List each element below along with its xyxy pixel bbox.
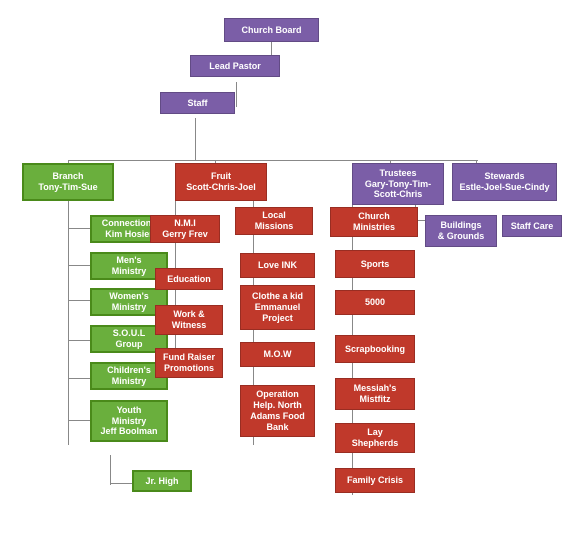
church-ministries-label: Church Ministries: [353, 211, 395, 233]
staff-label: Staff: [188, 98, 208, 109]
fruit-node: Fruit Scott-Chris-Joel: [175, 163, 267, 201]
lay-shepherds-node: Lay Shepherds: [335, 423, 415, 453]
education-node: Education: [155, 268, 223, 290]
scrapbooking-label: Scrapbooking: [345, 344, 405, 355]
line-lp-staff: [236, 82, 237, 107]
womens-ministry-label: Women's Ministry: [109, 291, 148, 313]
line-womens: [68, 300, 90, 301]
branch-node: Branch Tony-Tim-Sue: [22, 163, 114, 201]
mens-ministry-label: Men's Ministry: [112, 255, 147, 277]
sports-node: Sports: [335, 250, 415, 278]
buildings-node: Buildings & Grounds: [425, 215, 497, 247]
staff-care-label: Staff Care: [511, 221, 554, 232]
church-board-label: Church Board: [241, 25, 301, 36]
sports-label: Sports: [361, 259, 390, 270]
staff-care-node: Staff Care: [502, 215, 562, 237]
messiahs-node: Messiah's Mistfitz: [335, 378, 415, 410]
lay-shepherds-label: Lay Shepherds: [352, 427, 399, 449]
local-missions-label: Local Missions: [255, 210, 294, 232]
line-mens: [68, 265, 90, 266]
line-soul: [68, 340, 90, 341]
lead-pastor-label: Lead Pastor: [209, 61, 261, 72]
youth-ministry-label: Youth Ministry Jeff Boolman: [100, 405, 157, 437]
fruit-label: Fruit Scott-Chris-Joel: [186, 171, 256, 193]
mow-label: M.O.W: [264, 349, 292, 360]
trustees-node: Trustees Gary-Tony-Tim- Scott-Chris: [352, 163, 444, 205]
nmi-node: N.M.I Gerry Frev: [150, 215, 220, 243]
church-ministries-node: Church Ministries: [330, 207, 418, 237]
clothe-emmanuel-node: Clothe a kid Emmanuel Project: [240, 285, 315, 330]
education-label: Education: [167, 274, 211, 285]
stewards-node: Stewards Estle-Joel-Sue-Cindy: [452, 163, 557, 201]
line-staff-down: [195, 118, 196, 160]
line-branch-children-v: [68, 200, 69, 445]
work-witness-node: Work & Witness: [155, 305, 223, 335]
operation-help-node: Operation Help. North Adams Food Bank: [240, 385, 315, 437]
line-youth: [68, 420, 90, 421]
branch-label: Branch Tony-Tim-Sue: [38, 171, 97, 193]
line-conn: [68, 228, 90, 229]
church-board-node: Church Board: [224, 18, 319, 42]
line-jrhigh-h: [110, 483, 132, 484]
lead-pastor-node: Lead Pastor: [190, 55, 280, 77]
family-crisis-label: Family Crisis: [347, 475, 403, 486]
trustees-label: Trustees Gary-Tony-Tim- Scott-Chris: [365, 168, 431, 200]
operation-help-label: Operation Help. North Adams Food Bank: [250, 389, 305, 432]
jr-high-label: Jr. High: [145, 476, 178, 487]
5000-label: 5000: [365, 297, 385, 308]
nmi-label: N.M.I Gerry Frev: [162, 218, 208, 240]
line-branch-h: [68, 160, 478, 161]
fund-raiser-node: Fund Raiser Promotions: [155, 348, 223, 378]
soul-group-label: S.O.U.L Group: [113, 328, 146, 350]
line-childrens: [68, 378, 90, 379]
stewards-label: Stewards Estle-Joel-Sue-Cindy: [459, 171, 549, 193]
youth-ministry-node: Youth Ministry Jeff Boolman: [90, 400, 168, 442]
fund-raiser-label: Fund Raiser Promotions: [163, 352, 215, 374]
childrens-ministry-label: Children's Ministry: [107, 365, 151, 387]
connections-label: Connections Kim Hosier: [102, 218, 157, 240]
line-jrhigh-v: [110, 455, 111, 485]
love-ink-node: Love INK: [240, 253, 315, 278]
jr-high-node: Jr. High: [132, 470, 192, 492]
local-missions-node: Local Missions: [235, 207, 313, 235]
family-crisis-node: Family Crisis: [335, 468, 415, 493]
clothe-emmanuel-label: Clothe a kid Emmanuel Project: [252, 291, 303, 323]
org-chart: Church Board Lead Pastor Staff Branch To…: [0, 0, 585, 555]
staff-node: Staff: [160, 92, 235, 114]
scrapbooking-node: Scrapbooking: [335, 335, 415, 363]
work-witness-label: Work & Witness: [172, 309, 206, 331]
mow-node: M.O.W: [240, 342, 315, 367]
love-ink-label: Love INK: [258, 260, 297, 271]
5000-node: 5000: [335, 290, 415, 315]
buildings-label: Buildings & Grounds: [438, 220, 485, 242]
messiahs-label: Messiah's Mistfitz: [354, 383, 397, 405]
